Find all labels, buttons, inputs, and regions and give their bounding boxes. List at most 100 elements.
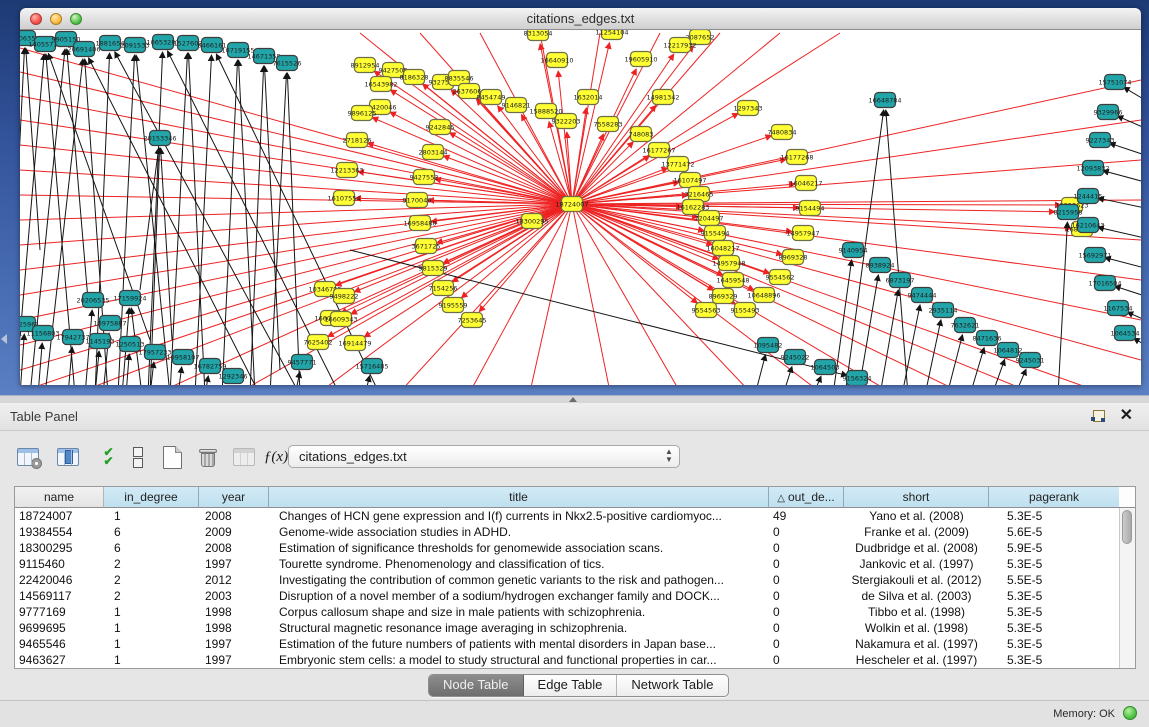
graph-node[interactable]: 9896125 [348,106,377,121]
graph-node[interactable]: 9154494 [796,201,825,216]
table-row[interactable]: 946554611997Estimation of the future num… [15,636,1119,652]
graph-node[interactable]: 20206535 [76,293,109,308]
graph-node[interactable]: 15716485 [355,359,388,374]
graph-node[interactable]: 2935114 [929,303,958,318]
graph-node[interactable]: 8938924 [866,258,895,273]
graph-node[interactable]: 7558283 [594,117,623,132]
graph-node[interactable]: 7480834 [768,125,797,140]
graph-node[interactable]: 15692971 [1078,248,1111,263]
graph-node[interactable]: 9245022 [781,350,810,365]
column-visibility-button[interactable] [54,443,82,471]
column-header-out-de-[interactable]: △out_de... [769,487,844,508]
network-file-select[interactable]: citations_edges.txt ▲▼ [288,445,680,468]
float-panel-icon[interactable] [1091,410,1105,423]
graph-node[interactable]: 16958488 [403,216,436,231]
column-header-pagerank[interactable]: pagerank [989,487,1119,508]
graph-node[interactable]: 13771472 [661,157,694,172]
graph-node[interactable]: 9146821 [502,98,531,113]
graph-node[interactable]: 7253645 [458,313,487,328]
column-header-name[interactable]: name [15,487,104,508]
table-row[interactable]: 2242004622012Investigating the contribut… [15,572,1119,588]
graph-node[interactable]: 16543982 [364,77,397,92]
graph-node[interactable]: 16177267 [642,143,675,158]
column-header-short[interactable]: short [844,487,989,508]
graph-node[interactable]: 9815329 [419,261,448,276]
table-settings-button[interactable] [14,443,42,471]
graph-node[interactable]: 16648784 [868,93,901,108]
graph-node[interactable]: 16640910 [540,53,573,68]
graph-node[interactable]: 1632014 [574,90,603,105]
table-row[interactable]: 1872400712008Changes of HCN gene express… [15,508,1119,524]
create-table-button[interactable] [158,443,186,471]
network-canvas[interactable]: 1830029593222037558283748083161772671377… [20,30,1141,385]
network-window-titlebar[interactable]: citations_edges.txt [20,8,1141,30]
graph-node[interactable]: 9245031 [1016,353,1045,368]
graph-node[interactable]: 8313054 [524,30,553,41]
graph-node[interactable]: 14957947 [786,226,819,241]
select-all-rows-button[interactable]: ✔✔ [94,443,122,471]
graph-node[interactable]: 1064812 [994,343,1023,358]
graph-node[interactable]: 7204497 [695,211,724,226]
graph-node[interactable]: 9140954 [839,243,868,258]
graph-node[interactable]: 8215958 [1054,205,1083,220]
splitter-handle-icon[interactable] [569,397,577,402]
column-header-in-degree[interactable]: in_degree [104,487,199,508]
graph-node[interactable]: 9554563 [692,303,721,318]
table-row[interactable]: 911546021997Tourette syndrome. Phenomeno… [15,556,1119,572]
graph-node[interactable]: 9155494 [701,226,730,241]
graph-node[interactable]: 17159924 [113,291,146,306]
graph-node[interactable]: 1297343 [734,101,763,116]
table-vertical-scrollbar[interactable] [1119,508,1135,668]
graph-node[interactable]: 8471636 [973,331,1002,346]
graph-node[interactable]: 9155493 [731,303,760,318]
graph-node[interactable]: 15751074 [1098,75,1131,90]
graph-node[interactable]: 2718126 [343,133,372,148]
graph-node[interactable]: 8186328 [400,70,429,85]
graph-node[interactable]: 9498222 [330,289,359,304]
graph-node[interactable]: 9227343 [1086,133,1115,148]
graph-node[interactable]: 1292346 [219,369,248,384]
import-table-button[interactable] [230,443,258,471]
delete-table-button[interactable] [194,443,222,471]
graph-node[interactable]: 8969328 [779,250,808,265]
graph-node[interactable]: 12213363 [330,163,363,178]
memory-status-indicator[interactable] [1123,706,1137,720]
graph-node[interactable]: 17016504 [1088,276,1121,291]
graph-node[interactable]: 1145193 [86,334,115,349]
tab-node-table[interactable]: Node Table [429,675,524,696]
column-header-title[interactable]: title [269,487,769,508]
function-builder-button[interactable]: ƒ(x) [262,443,290,471]
table-row[interactable]: 1830029562008Estimation of significance … [15,540,1119,556]
graph-node[interactable]: 9242845 [426,120,455,135]
graph-node[interactable]: 1064534 [1111,326,1140,341]
unselect-rows-button[interactable] [124,443,152,471]
graph-node[interactable]: 2803144 [419,145,448,160]
graph-node[interactable]: 1095482 [754,338,783,353]
graph-node[interactable]: 14981342 [646,90,679,105]
graph-node[interactable]: 9156324 [843,371,872,386]
graph-node[interactable]: 6873197 [886,273,915,288]
graph-node[interactable]: 9170046 [403,193,432,208]
graph-node[interactable]: 8969329 [709,289,738,304]
graph-node[interactable]: 7154256 [429,281,458,296]
panel-collapse-arrow-icon[interactable] [1,334,7,344]
graph-node[interactable]: 16107554 [327,191,360,206]
graph-node[interactable]: 7625402 [304,335,333,350]
graph-node[interactable]: 11254104 [595,30,628,40]
table-row[interactable]: 1938455462009Genome-wide association stu… [15,524,1119,540]
graph-node[interactable]: 16046217 [789,176,822,191]
table-row[interactable]: 946362711997Embryonic stem cells: a mode… [15,652,1119,668]
graph-node[interactable]: 19605910 [624,52,657,67]
split-pane-divider[interactable] [0,395,1149,403]
graph-node[interactable]: 7615526 [273,56,302,71]
graph-node[interactable]: 9474444 [908,288,937,303]
graph-node[interactable]: 9427552 [410,170,439,185]
close-panel-icon[interactable]: ✕ [1120,407,1133,425]
graph-node[interactable]: 16914479 [338,336,371,351]
graph-node[interactable]: 16177268 [780,150,813,165]
tab-edge-table[interactable]: Edge Table [524,675,618,696]
graph-node[interactable]: 14957948 [712,256,745,271]
scrollbar-thumb[interactable] [1122,510,1132,544]
column-header-year[interactable]: year [199,487,269,508]
graph-node[interactable]: 9329966 [1094,105,1123,120]
